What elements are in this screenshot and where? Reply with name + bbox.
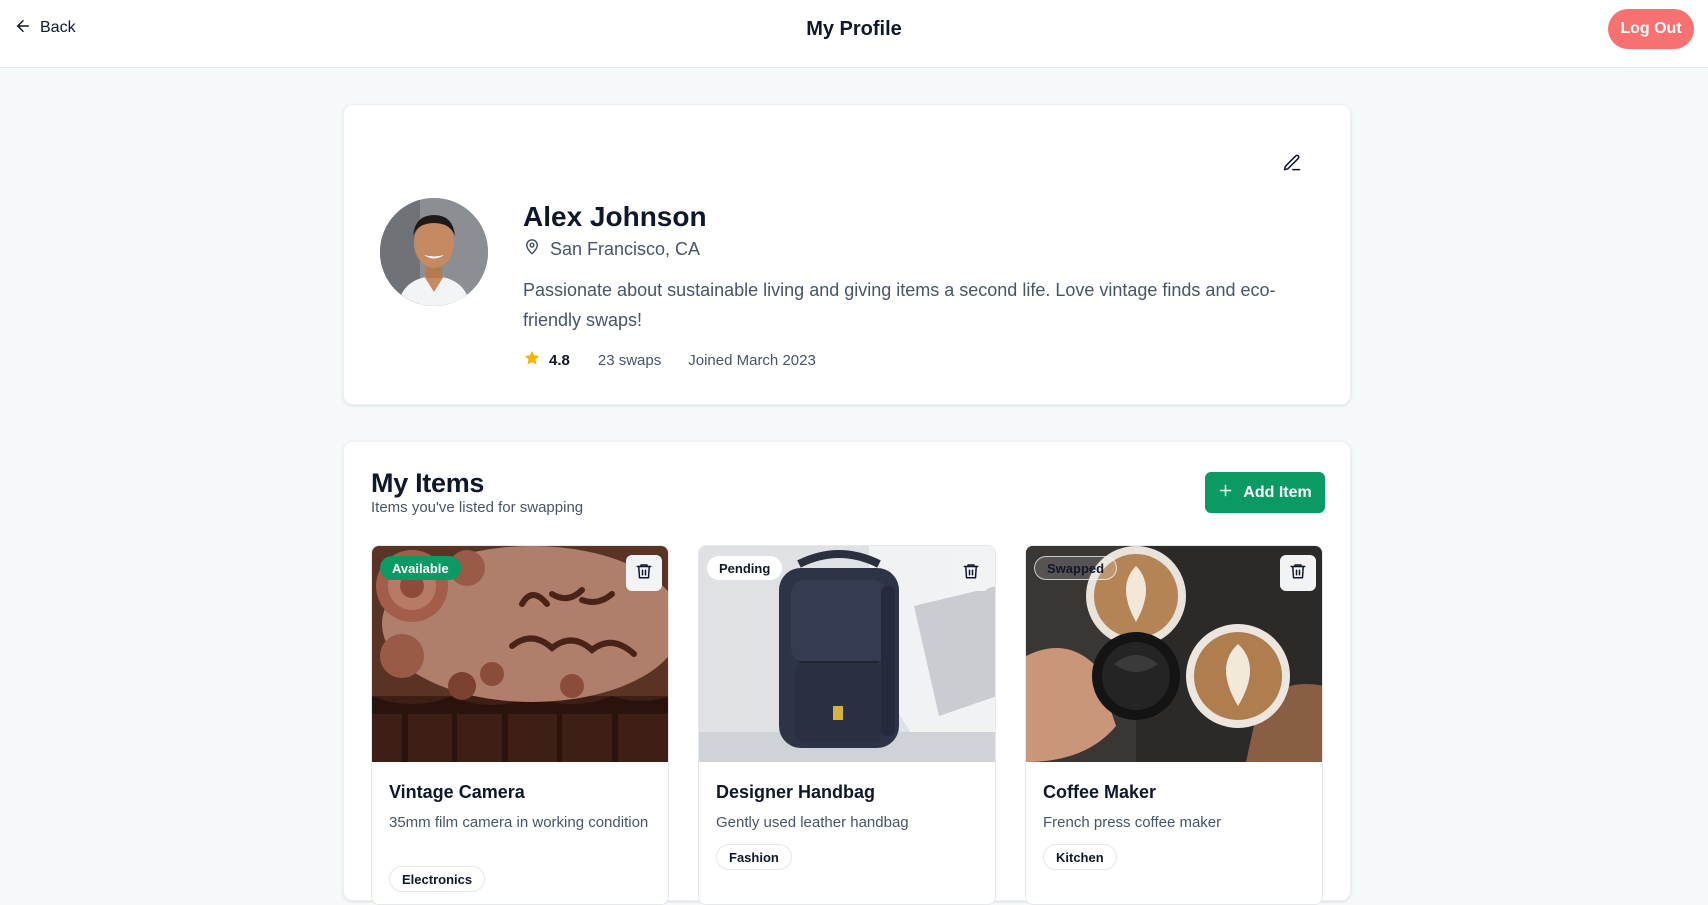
item-name: Designer Handbag [716, 782, 876, 802]
status-badge: Pending [707, 556, 783, 580]
trash-icon [962, 562, 980, 585]
item-card[interactable]: Swapped Coffee Maker French press coffee… [1025, 545, 1323, 905]
delete-item-button[interactable] [626, 555, 662, 591]
item-card[interactable]: Pending Designer Handbag Gently used lea… [698, 545, 996, 905]
item-description: French press coffee maker [1043, 814, 1222, 831]
trash-icon [1289, 562, 1307, 585]
item-name: Coffee Maker [1043, 782, 1157, 802]
add-item-button[interactable]: Add Item [1205, 472, 1325, 513]
section-subtitle: Items you've listed for swapping [371, 499, 584, 516]
delete-item-button[interactable] [953, 555, 989, 591]
page-title: My Profile [806, 18, 902, 40]
status-badge: Swapped [1034, 556, 1118, 580]
profile-name: Alex Johnson [523, 201, 707, 232]
rating: 4.8 [523, 349, 570, 371]
delete-item-button[interactable] [1280, 555, 1316, 591]
plus-icon [1218, 483, 1233, 503]
status-badge: Available [380, 556, 461, 580]
swap-count: 23 swaps [597, 351, 662, 369]
joined-date: Joined March 2023 [688, 351, 816, 369]
category-tag: Electronics [389, 866, 486, 892]
rating-value: 4.8 [549, 351, 570, 369]
category-tag: Fashion [716, 844, 792, 870]
location-text: San Francisco, CA [550, 239, 701, 259]
edit-profile-button[interactable] [1272, 145, 1312, 185]
add-item-label: Add Item [1243, 483, 1312, 501]
edit-pencil-icon [1282, 153, 1302, 178]
item-description: Gently used leather handbag [716, 814, 909, 831]
item-name: Vintage Camera [389, 782, 525, 802]
logout-button[interactable]: Log Out [1608, 9, 1694, 49]
trash-icon [635, 562, 653, 585]
profile-bio: Passionate about sustainable living and … [523, 280, 1276, 330]
map-pin-icon [523, 238, 541, 261]
star-icon [523, 349, 541, 371]
category-tag: Kitchen [1043, 844, 1117, 870]
item-card[interactable]: Available Vintage Camera 35mm film camer… [371, 545, 669, 905]
avatar [380, 198, 488, 306]
section-title: My Items [371, 468, 485, 498]
profile-stats: 4.8 23 swaps Joined March 2023 [523, 349, 816, 371]
top-bar: Back My Profile Log Out [0, 0, 1708, 68]
profile-location: San Francisco, CA [523, 238, 700, 261]
profile-card: Alex Johnson San Francisco, CA Passionat… [343, 104, 1351, 405]
my-items-card: My Items Items you've listed for swappin… [343, 441, 1351, 905]
item-description: 35mm film camera in working condition [389, 814, 649, 831]
